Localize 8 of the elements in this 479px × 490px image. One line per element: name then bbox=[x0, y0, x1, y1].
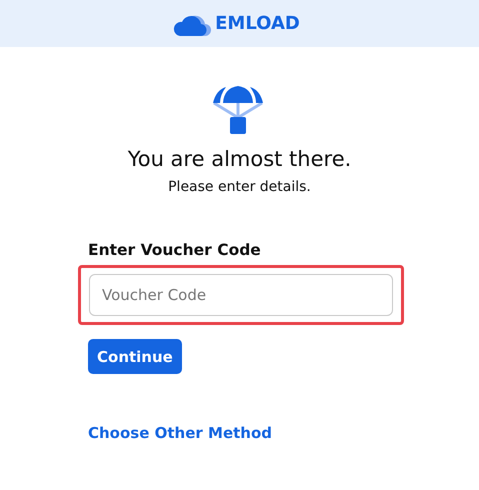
subtitle: Please enter details. bbox=[168, 179, 311, 195]
voucher-input[interactable]: Voucher Code bbox=[89, 274, 393, 316]
field-label: Enter Voucher Code bbox=[88, 241, 261, 259]
page-heading: You are almost there. bbox=[128, 147, 352, 171]
other-method-link[interactable]: Choose Other Method bbox=[88, 424, 272, 442]
continue-button[interactable]: Continue bbox=[88, 339, 182, 374]
parachute-icon bbox=[212, 85, 264, 135]
brand-name: EMLOAD bbox=[215, 13, 300, 34]
